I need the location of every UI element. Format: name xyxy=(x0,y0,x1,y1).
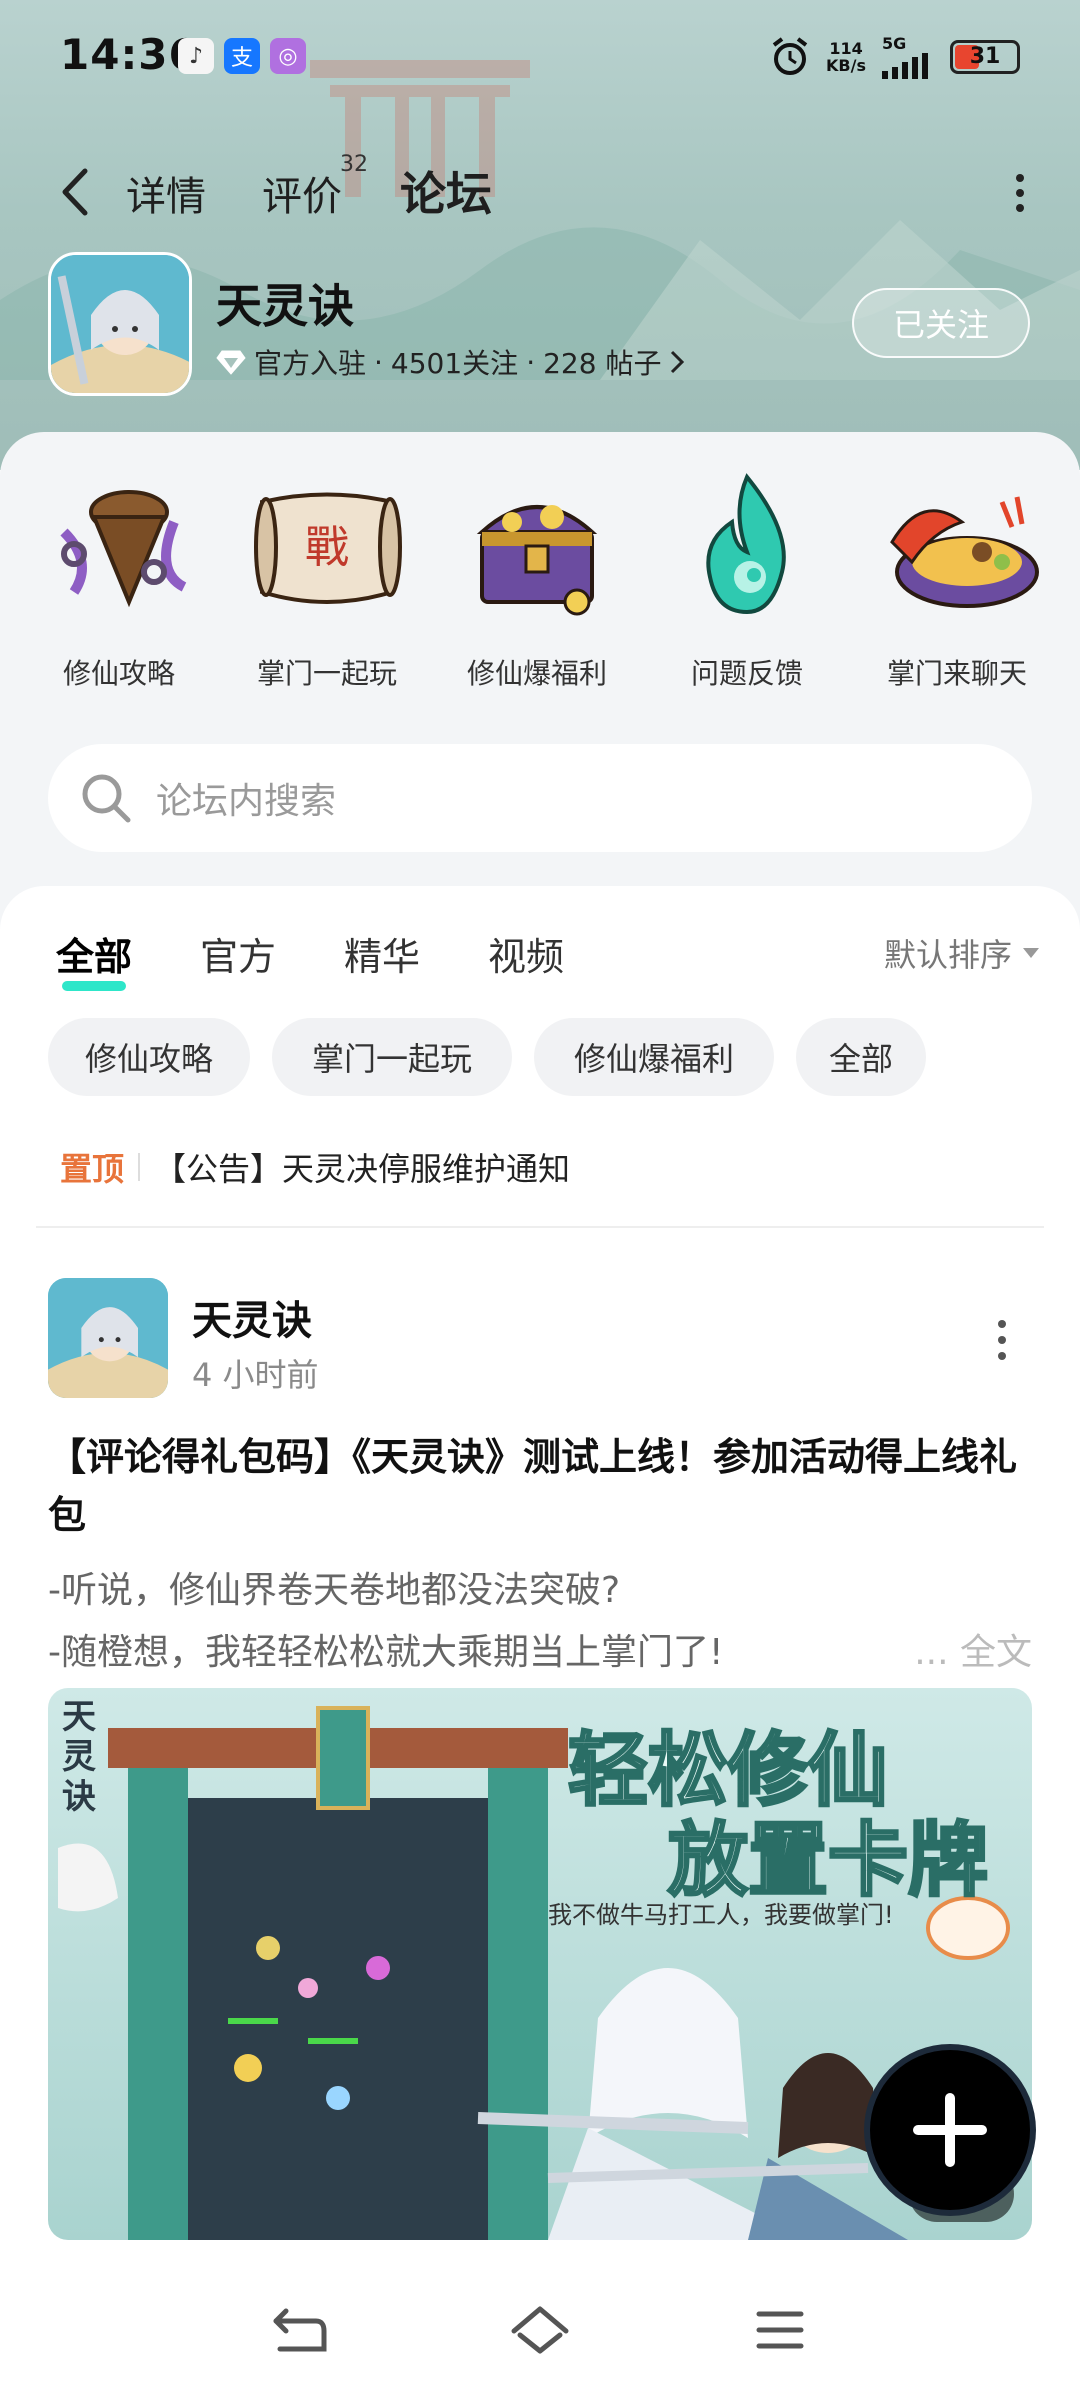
banner-headline-1: 轻松修仙 xyxy=(568,1723,888,1817)
banner-corner-text: 天灵诀 xyxy=(62,1697,96,1817)
home-icon xyxy=(511,2306,569,2354)
battery-icon: 31 xyxy=(950,39,1020,74)
caret-down-icon xyxy=(1023,948,1039,958)
game-meta: 官方入驻 · 4501关注 · 228 帖子 xyxy=(216,342,685,382)
app-icon: ◎ xyxy=(270,38,306,74)
back-button[interactable] xyxy=(50,164,98,220)
followers-count: 4501关注 xyxy=(390,347,519,380)
forum-search-bar[interactable]: 论坛内搜索 xyxy=(48,744,1032,852)
game-title: 天灵诀 xyxy=(216,279,354,333)
game-icon[interactable] xyxy=(48,252,192,396)
pinned-title: 【公告】天灵决停服维护通知 xyxy=(154,1150,571,1188)
chevron-right-icon xyxy=(671,350,685,374)
home-nav-button[interactable] xyxy=(500,2300,580,2360)
chip-play-together[interactable]: 掌门一起玩 xyxy=(272,1018,512,1096)
category-row: 修仙攻略 戰 掌门一起玩 修仙爆福利 问题反馈 掌门来聊天 xyxy=(0,462,1080,702)
food-plate-icon xyxy=(890,496,1039,608)
top-nav: 详情 评价 32 论坛 xyxy=(0,150,1080,230)
filter-tab-featured[interactable]: 精华 xyxy=(344,926,420,981)
tab-reviews[interactable]: 评价 xyxy=(262,164,342,222)
post-more-button[interactable] xyxy=(992,1320,1012,1360)
more-options-button[interactable] xyxy=(1000,168,1040,218)
chip-all[interactable]: 全部 xyxy=(796,1018,926,1096)
filter-tab-video[interactable]: 视频 xyxy=(488,926,564,981)
menu-nav-button[interactable] xyxy=(740,2300,820,2360)
category-strategy[interactable]: 修仙攻略 xyxy=(24,462,214,702)
sort-dropdown[interactable]: 默认排序 xyxy=(884,930,1040,976)
chip-welfare[interactable]: 修仙爆福利 xyxy=(534,1018,774,1096)
plus-icon xyxy=(913,2093,987,2167)
back-nav-button[interactable] xyxy=(260,2300,340,2360)
divider xyxy=(36,1226,1044,1228)
category-chat[interactable]: 掌门来聊天 xyxy=(862,462,1052,702)
tab-forum[interactable]: 论坛 xyxy=(400,158,492,224)
category-play-together[interactable]: 戰 掌门一起玩 xyxy=(232,462,422,702)
signal-indicator: 5G xyxy=(882,34,934,79)
filter-tab-official[interactable]: 官方 xyxy=(200,926,276,981)
create-post-button[interactable] xyxy=(870,2050,1030,2210)
status-bar: 14:36 ♪ 支 ◎ 114 KB/s 5G 31 xyxy=(0,0,1080,110)
posts-count-link[interactable]: 228 帖子 xyxy=(543,342,661,382)
signal-icon xyxy=(882,53,928,79)
tab-details[interactable]: 详情 xyxy=(126,164,206,222)
post-excerpt: -听说，修仙界卷天卷地都没法突破? -随橙想，我轻轻松松就大乘期当上掌门了! .… xyxy=(48,1560,1032,1684)
avatar[interactable] xyxy=(48,1278,168,1398)
search-icon xyxy=(82,774,131,823)
banner-tagline: 我不做牛马打工人，我要做掌门! xyxy=(548,1901,894,1929)
treasure-chest-icon xyxy=(476,505,598,616)
menu-icon xyxy=(756,2311,804,2349)
category-label: 掌门来聊天 xyxy=(886,657,1027,690)
category-feedback[interactable]: 问题反馈 xyxy=(652,462,842,702)
pinned-tag: 置顶 xyxy=(60,1150,125,1188)
category-label: 问题反馈 xyxy=(690,657,803,690)
spirit-flame-icon xyxy=(706,473,786,615)
net-speed: 114 KB/s xyxy=(826,38,866,75)
chevron-left-icon xyxy=(62,168,88,216)
scroll-chain-icon xyxy=(60,490,187,608)
category-welfare[interactable]: 修仙爆福利 xyxy=(442,462,632,702)
search-placeholder: 论坛内搜索 xyxy=(156,781,337,822)
category-label: 掌门一起玩 xyxy=(256,657,397,690)
category-label: 修仙攻略 xyxy=(62,657,175,690)
game-avatar-illustration xyxy=(51,255,189,393)
chip-strategy[interactable]: 修仙攻略 xyxy=(48,1018,250,1096)
alipay-icon: 支 xyxy=(224,38,260,74)
post-author[interactable]: 天灵诀 xyxy=(192,1288,312,1346)
banner-headline-2: 放置卡牌 xyxy=(668,1813,988,1907)
author-avatar-illustration xyxy=(48,1278,168,1398)
system-nav-bar xyxy=(0,2260,1080,2400)
pinned-post[interactable]: 置顶 【公告】天灵决停服维护通知 xyxy=(60,1144,570,1190)
review-count-badge: 32 xyxy=(340,152,368,177)
alarm-icon xyxy=(772,36,808,75)
category-label: 修仙爆福利 xyxy=(466,657,607,690)
read-full-link[interactable]: ... 全文 xyxy=(914,1622,1032,1684)
filter-tab-all[interactable]: 全部 xyxy=(56,926,132,991)
svg-text:戰: 戰 xyxy=(305,522,349,573)
back-arrow-icon xyxy=(273,2308,327,2352)
post-time: 4 小时前 xyxy=(192,1356,319,1394)
follow-button[interactable]: 已关注 xyxy=(852,288,1030,358)
diamond-icon xyxy=(216,350,246,375)
battle-scroll-icon: 戰 xyxy=(254,492,402,604)
post-title: 【评论得礼包码】《天灵诀》测试上线！参加活动得上线礼包 xyxy=(48,1435,1018,1537)
music-icon: ♪ xyxy=(178,38,214,74)
